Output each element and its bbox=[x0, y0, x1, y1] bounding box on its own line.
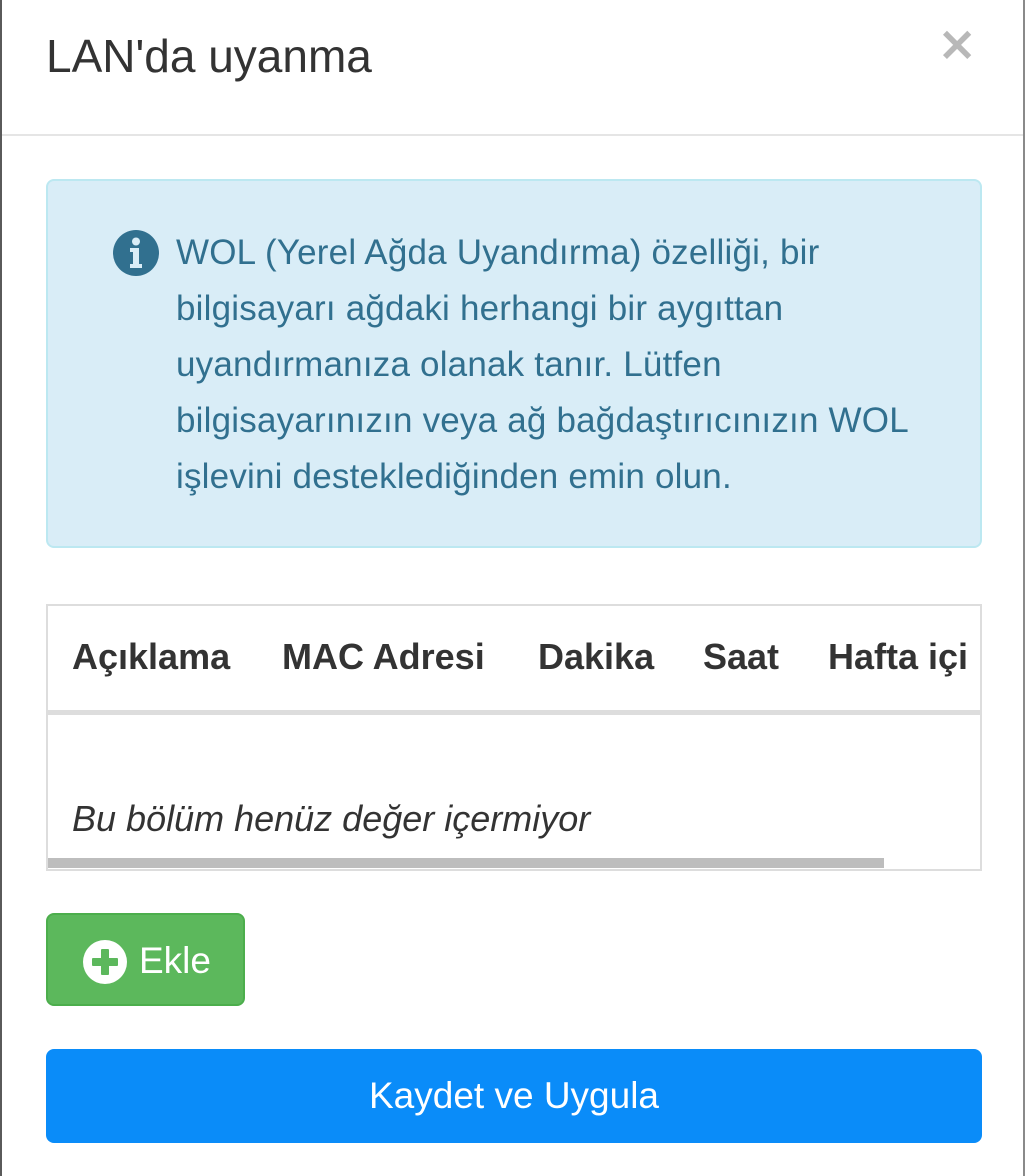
wol-dialog: LAN'da uyanma × WOL (Yerel Ağda Uyandırm… bbox=[0, 0, 1025, 1176]
column-header-minute: Dakika bbox=[538, 636, 655, 677]
horizontal-scrollbar[interactable] bbox=[48, 858, 884, 868]
info-alert: WOL (Yerel Ağda Uyandırma) özelliği, bir… bbox=[46, 179, 982, 548]
dialog-header: LAN'da uyanma × bbox=[2, 0, 1023, 136]
info-circle-icon bbox=[113, 230, 159, 276]
table-header: Açıklama MAC Adresi Dakika Saat Hafta iç… bbox=[48, 606, 980, 715]
plus-circle-icon bbox=[83, 940, 127, 984]
info-message: WOL (Yerel Ağda Uyandırma) özelliği, bir… bbox=[176, 233, 908, 496]
save-and-apply-button[interactable]: Kaydet ve Uygula bbox=[46, 1049, 982, 1143]
empty-table-message: Bu bölüm henüz değer içermiyor bbox=[72, 798, 591, 839]
close-button[interactable]: × bbox=[937, 20, 977, 68]
column-header-hour: Saat bbox=[703, 636, 780, 677]
wol-table: Açıklama MAC Adresi Dakika Saat Hafta iç… bbox=[46, 604, 982, 871]
add-button-label: Ekle bbox=[139, 940, 211, 981]
column-header-weekday: Hafta içi bbox=[828, 636, 969, 677]
column-header-description: Açıklama bbox=[72, 636, 231, 677]
add-button[interactable]: Ekle bbox=[46, 913, 245, 1006]
dialog-title: LAN'da uyanma bbox=[46, 30, 372, 82]
column-header-mac-address: MAC Adresi bbox=[282, 636, 485, 677]
